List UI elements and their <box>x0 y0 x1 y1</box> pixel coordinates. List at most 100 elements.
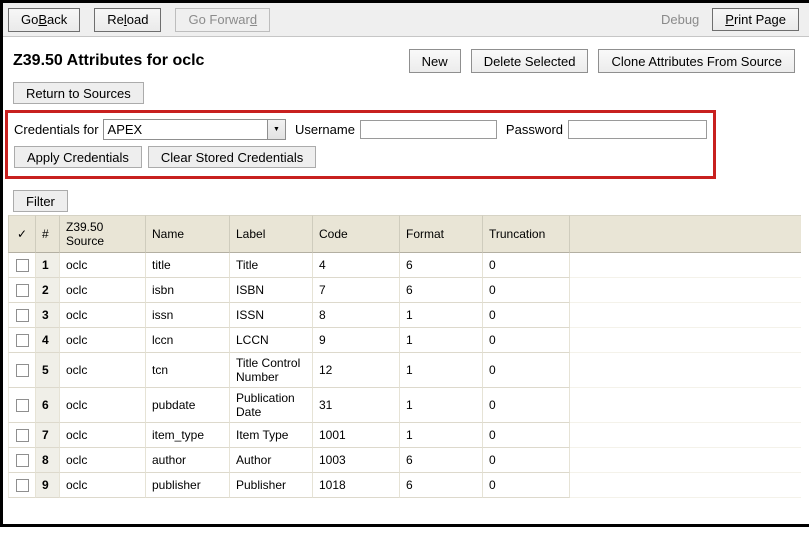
table-row: 9oclcpublisherPublisher101860 <box>8 473 801 498</box>
cell-source: oclc <box>60 328 146 353</box>
credentials-fields-row: Credentials for APEX ▼ Username Password <box>14 119 707 140</box>
row-checkbox[interactable] <box>16 309 29 322</box>
cell-code: 1018 <box>313 473 400 498</box>
cell-name: lccn <box>146 328 230 353</box>
row-checkbox[interactable] <box>16 399 29 412</box>
filter-row: Filter <box>13 190 799 212</box>
cell-truncation: 0 <box>483 448 570 473</box>
cell-truncation: 0 <box>483 253 570 278</box>
cell-source: oclc <box>60 253 146 278</box>
clone-attributes-button[interactable]: Clone Attributes From Source <box>598 49 795 73</box>
column-header-code[interactable]: Code <box>313 215 400 253</box>
row-filler-cell <box>570 448 801 473</box>
cell-truncation: 0 <box>483 353 570 388</box>
row-filler-cell <box>570 328 801 353</box>
column-header-select[interactable]: ✓ <box>8 215 36 253</box>
credentials-for-label: Credentials for <box>14 122 99 137</box>
go-forward-button: Go Forward <box>175 8 270 32</box>
delete-selected-button[interactable]: Delete Selected <box>471 49 589 73</box>
column-header-source[interactable]: Z39.50 Source <box>60 215 146 253</box>
row-filler-cell <box>570 473 801 498</box>
password-input[interactable] <box>568 120 707 139</box>
row-checkbox[interactable] <box>16 364 29 377</box>
cell-truncation: 0 <box>483 388 570 423</box>
row-select-cell <box>8 423 36 448</box>
row-filler-cell <box>570 388 801 423</box>
credentials-buttons-row: Apply Credentials Clear Stored Credentia… <box>14 146 707 168</box>
row-filler-cell <box>570 303 801 328</box>
cell-label: ISSN <box>230 303 313 328</box>
new-button[interactable]: New <box>409 49 461 73</box>
cell-num: 6 <box>36 388 60 423</box>
column-header-format[interactable]: Format <box>400 215 483 253</box>
column-header-number[interactable]: # <box>36 215 60 253</box>
cell-truncation: 0 <box>483 473 570 498</box>
cell-truncation: 0 <box>483 303 570 328</box>
row-select-cell <box>8 328 36 353</box>
label-part: oad <box>127 12 149 27</box>
app-window: Go Back Reload Go Forward Debug Print Pa… <box>0 0 809 527</box>
cell-format: 1 <box>400 303 483 328</box>
label-accesskey: P <box>725 12 734 27</box>
row-filler-cell <box>570 423 801 448</box>
dropdown-arrow-button[interactable]: ▼ <box>267 120 285 139</box>
cell-source: oclc <box>60 303 146 328</box>
credentials-source-select[interactable]: APEX ▼ <box>103 119 286 140</box>
label-accesskey: B <box>38 12 47 27</box>
label-part: Go <box>21 12 38 27</box>
cell-num: 8 <box>36 448 60 473</box>
cell-source: oclc <box>60 448 146 473</box>
row-checkbox[interactable] <box>16 259 29 272</box>
row-filler-cell <box>570 253 801 278</box>
row-select-cell <box>8 388 36 423</box>
table-row: 4oclclccnLCCN910 <box>8 328 801 353</box>
filter-button[interactable]: Filter <box>13 190 68 212</box>
cell-name: tcn <box>146 353 230 388</box>
cell-format: 6 <box>400 448 483 473</box>
table-header-row: ✓ # Z39.50 Source Name Label Code Format… <box>8 215 801 253</box>
cell-code: 1001 <box>313 423 400 448</box>
cell-format: 1 <box>400 388 483 423</box>
cell-code: 8 <box>313 303 400 328</box>
column-header-filler <box>570 215 801 253</box>
row-checkbox[interactable] <box>16 284 29 297</box>
row-checkbox[interactable] <box>16 334 29 347</box>
column-header-label[interactable]: Label <box>230 215 313 253</box>
password-label: Password <box>506 122 563 137</box>
cell-name: issn <box>146 303 230 328</box>
label-part: Go Forwar <box>188 12 249 27</box>
cell-label: ISBN <box>230 278 313 303</box>
return-to-sources-button[interactable]: Return to Sources <box>13 82 144 104</box>
table-row: 1oclctitleTitle460 <box>8 253 801 278</box>
cell-name: isbn <box>146 278 230 303</box>
column-header-truncation[interactable]: Truncation <box>483 215 570 253</box>
label-part: rint Page <box>734 12 786 27</box>
table-row: 5oclctcnTitle Control Number1210 <box>8 353 801 388</box>
row-select-cell <box>8 353 36 388</box>
cell-label: Title Control Number <box>230 353 313 388</box>
cell-label: Author <box>230 448 313 473</box>
column-header-name[interactable]: Name <box>146 215 230 253</box>
reload-button[interactable]: Reload <box>94 8 161 32</box>
return-row: Return to Sources <box>13 82 799 104</box>
cell-code: 7 <box>313 278 400 303</box>
username-label: Username <box>295 122 355 137</box>
cell-truncation: 0 <box>483 423 570 448</box>
go-back-button[interactable]: Go Back <box>8 8 80 32</box>
row-checkbox[interactable] <box>16 454 29 467</box>
cell-label: Title <box>230 253 313 278</box>
row-filler-cell <box>570 353 801 388</box>
print-page-button[interactable]: Print Page <box>712 8 799 31</box>
selected-source-value: APEX <box>104 120 267 139</box>
cell-name: publisher <box>146 473 230 498</box>
clear-stored-credentials-button[interactable]: Clear Stored Credentials <box>148 146 316 168</box>
row-checkbox[interactable] <box>16 429 29 442</box>
table-row: 6oclcpubdatePublication Date3110 <box>8 388 801 423</box>
cell-format: 1 <box>400 328 483 353</box>
row-checkbox[interactable] <box>16 479 29 492</box>
apply-credentials-button[interactable]: Apply Credentials <box>14 146 142 168</box>
username-input[interactable] <box>360 120 497 139</box>
table-row: 7oclcitem_typeItem Type100110 <box>8 423 801 448</box>
cell-name: item_type <box>146 423 230 448</box>
cell-label: Publication Date <box>230 388 313 423</box>
